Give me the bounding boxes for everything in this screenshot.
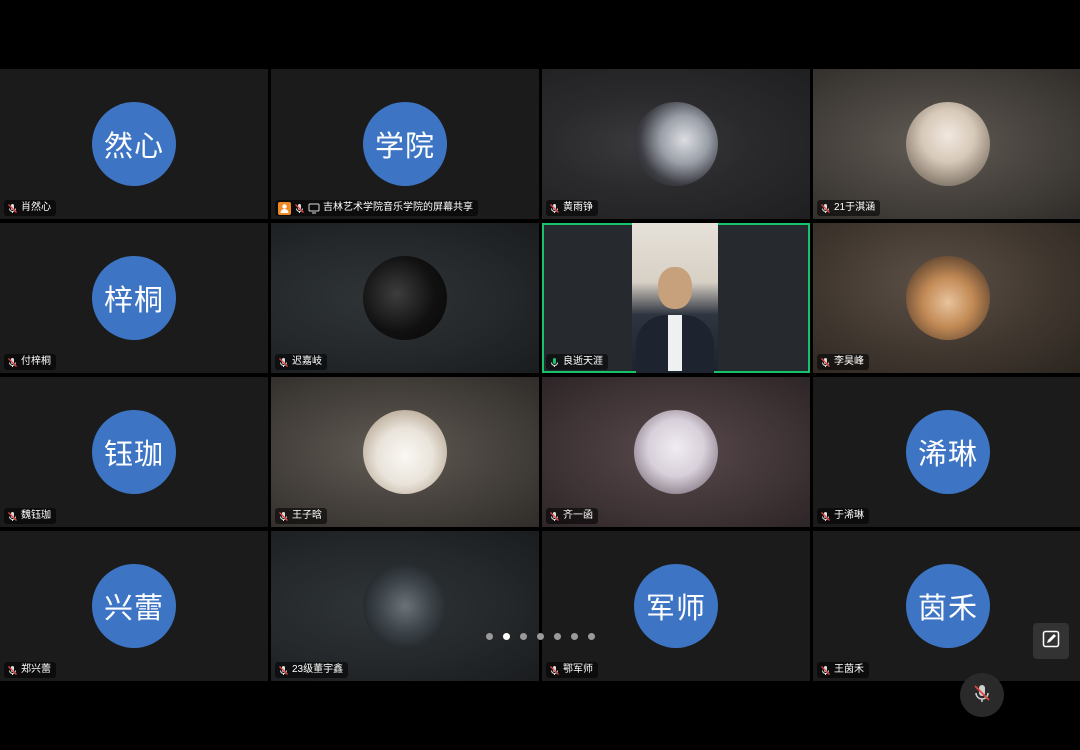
participant-tile[interactable]: 王子晗 xyxy=(271,377,539,527)
participant-name: 王茵禾 xyxy=(834,664,864,675)
mic-muted-icon xyxy=(549,511,560,522)
page-dot-current[interactable] xyxy=(503,633,510,640)
avatar: 军师 xyxy=(634,564,718,648)
avatar: 兴蕾 xyxy=(92,564,176,648)
participant-name: 鄂军师 xyxy=(563,664,593,675)
mic-muted-icon xyxy=(820,203,831,214)
participant-name: 付梓桐 xyxy=(21,356,51,367)
page-dot[interactable] xyxy=(537,633,544,640)
participant-name: 李昊峰 xyxy=(834,356,864,367)
avatar: 然心 xyxy=(92,102,176,186)
participant-label: 黄雨铮 xyxy=(546,200,598,216)
participant-name: 23级董宇鑫 xyxy=(292,664,344,675)
participant-tile[interactable]: 学院 吉林艺术学院音乐学院的屏幕共享 xyxy=(271,69,539,219)
annotate-button[interactable] xyxy=(1033,623,1069,659)
participant-tile[interactable]: 李昊峰 xyxy=(813,223,1080,373)
participant-tile[interactable]: 兴蕾 郑兴蕾 xyxy=(0,531,268,681)
participant-label: 齐一函 xyxy=(546,508,598,524)
participant-name: 良逝天涯 xyxy=(563,356,603,367)
page-dot[interactable] xyxy=(520,633,527,640)
portrait-photo-icon xyxy=(634,410,718,494)
participant-name: 吉林艺术学院音乐学院的屏幕共享 xyxy=(323,202,473,213)
participant-tile[interactable]: 梓桐 付梓桐 xyxy=(0,223,268,373)
participant-name: 齐一函 xyxy=(563,510,593,521)
participant-label: 郑兴蕾 xyxy=(4,662,56,678)
mic-muted-icon xyxy=(294,203,305,214)
participant-label: 王茵禾 xyxy=(817,662,869,678)
participant-name: 王子晗 xyxy=(292,510,322,521)
page-dot[interactable] xyxy=(486,633,493,640)
participant-tile[interactable]: 21于淇涵 xyxy=(813,69,1080,219)
participant-name: 黄雨铮 xyxy=(563,202,593,213)
mic-muted-icon xyxy=(7,511,18,522)
participant-label: 鄂军师 xyxy=(546,662,598,678)
participant-tile-active-speaker[interactable]: 良逝天涯 xyxy=(542,223,810,373)
portrait-photo-icon xyxy=(363,256,447,340)
avatar: 梓桐 xyxy=(92,256,176,340)
participant-name: 郑兴蕾 xyxy=(21,664,51,675)
participant-label: 良逝天涯 xyxy=(546,354,608,370)
mic-muted-icon xyxy=(549,665,560,676)
portrait-photo-icon xyxy=(634,102,718,186)
mic-muted-icon xyxy=(820,511,831,522)
participant-name: 魏钰珈 xyxy=(21,510,51,521)
mic-muted-icon xyxy=(7,665,18,676)
mic-muted-icon xyxy=(820,357,831,368)
soldier-photo-icon xyxy=(363,564,447,648)
mute-toggle-button[interactable] xyxy=(960,673,1004,717)
participant-tile[interactable]: 黄雨铮 xyxy=(542,69,810,219)
mic-muted-icon xyxy=(7,203,18,214)
participant-label: 王子晗 xyxy=(275,508,327,524)
participant-label: 肖然心 xyxy=(4,200,56,216)
edit-icon xyxy=(1041,629,1061,654)
participant-tile[interactable]: 23级董宇鑫 xyxy=(271,531,539,681)
page-indicator[interactable] xyxy=(486,633,595,640)
mic-muted-icon xyxy=(278,357,289,368)
cat-photo-icon xyxy=(363,410,447,494)
participant-label: 吉林艺术学院音乐学院的屏幕共享 xyxy=(275,200,478,216)
participant-tile[interactable]: 浠琳 于浠琳 xyxy=(813,377,1080,527)
mic-muted-icon xyxy=(278,665,289,676)
portrait-photo-icon xyxy=(906,102,990,186)
participant-name: 肖然心 xyxy=(21,202,51,213)
page-dot[interactable] xyxy=(554,633,561,640)
avatar: 钰珈 xyxy=(92,410,176,494)
participant-tile[interactable]: 军师 鄂军师 xyxy=(542,531,810,681)
mic-muted-icon xyxy=(278,511,289,522)
participant-tile[interactable]: 然心 肖然心 xyxy=(0,69,268,219)
mic-muted-icon xyxy=(971,682,993,709)
page-dot[interactable] xyxy=(588,633,595,640)
participant-tile[interactable]: 迟嘉岐 xyxy=(271,223,539,373)
participant-name: 于浠琳 xyxy=(834,510,864,521)
avatar: 浠琳 xyxy=(906,410,990,494)
mic-active-icon xyxy=(549,357,560,368)
page-dot[interactable] xyxy=(571,633,578,640)
mic-muted-icon xyxy=(7,357,18,368)
mic-muted-icon xyxy=(549,203,560,214)
participant-name: 迟嘉岐 xyxy=(292,356,322,367)
participant-tile[interactable]: 钰珈 魏钰珈 xyxy=(0,377,268,527)
screen-share-icon xyxy=(308,203,320,214)
participant-label: 21于淇涵 xyxy=(817,200,881,216)
host-badge-icon xyxy=(278,201,291,215)
participant-label: 李昊峰 xyxy=(817,354,869,370)
participant-video xyxy=(632,223,718,373)
participant-label: 魏钰珈 xyxy=(4,508,56,524)
participant-grid: 然心 肖然心 学院 吉林艺术学院音乐学院的屏幕共享 黄雨铮 21于淇涵 梓桐 付… xyxy=(0,69,1080,681)
participant-label: 于浠琳 xyxy=(817,508,869,524)
participant-name: 21于淇涵 xyxy=(834,202,876,213)
participant-tile[interactable]: 齐一函 xyxy=(542,377,810,527)
participant-label: 迟嘉岐 xyxy=(275,354,327,370)
participant-label: 付梓桐 xyxy=(4,354,56,370)
avatar: 学院 xyxy=(363,102,447,186)
participant-label: 23级董宇鑫 xyxy=(275,662,349,678)
avatar: 茵禾 xyxy=(906,564,990,648)
dog-photo-icon xyxy=(906,256,990,340)
mic-muted-icon xyxy=(820,665,831,676)
